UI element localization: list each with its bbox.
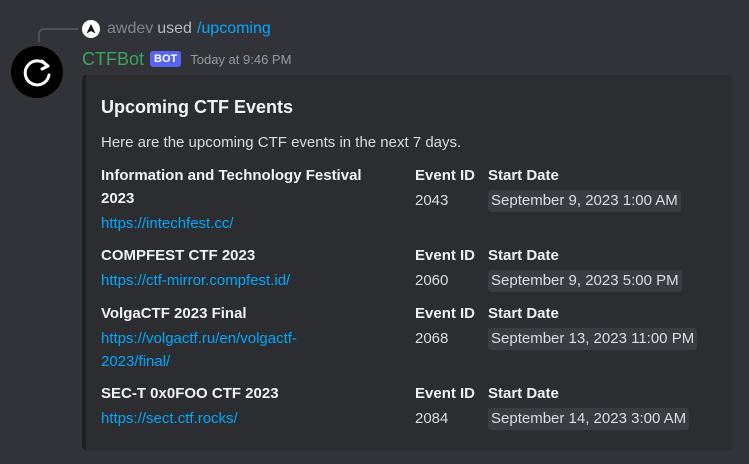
navigation-arrow-icon xyxy=(82,20,100,38)
event-id-value: 2060 xyxy=(415,272,449,289)
start-date-value: September 9, 2023 1:00 AM xyxy=(488,190,681,212)
event-link-continued[interactable]: 2023/final/ xyxy=(101,350,170,373)
event-name: SEC-T 0x0FOO CTF 2023 xyxy=(101,385,279,402)
bot-badge: BOT xyxy=(150,51,182,67)
circular-arrow-icon xyxy=(23,59,51,87)
event-id-value: 2084 xyxy=(415,410,449,427)
event-link[interactable]: https://intechfest.cc/ xyxy=(101,212,234,235)
slash-command[interactable]: /upcoming xyxy=(197,20,271,38)
event-id-label: Event ID xyxy=(415,305,476,322)
bot-avatar[interactable] xyxy=(11,46,63,98)
event-name: COMPFEST CTF 2023 xyxy=(101,247,256,264)
event-link[interactable]: https://sect.ctf.rocks/ xyxy=(101,407,238,430)
start-date-label: Start Date xyxy=(488,167,559,184)
reply-used-text: used xyxy=(157,20,192,37)
event-id-value: 2068 xyxy=(415,330,449,347)
start-date-value: September 14, 2023 3:00 AM xyxy=(488,408,690,430)
event-name: VolgaCTF 2023 Final xyxy=(101,305,247,322)
event-id-label: Event ID xyxy=(415,385,476,402)
event-name: Information and Technology Festival xyxy=(101,167,362,184)
author-name[interactable]: CTFBot xyxy=(82,49,144,70)
chat-message: awdev used /upcoming CTFBot BOT Today at… xyxy=(0,0,749,464)
reply-connector xyxy=(38,28,78,42)
start-date-label: Start Date xyxy=(488,247,559,264)
start-date-label: Start Date xyxy=(488,385,559,402)
command-reply-context[interactable]: awdev used /upcoming xyxy=(82,19,271,39)
embed-card: Upcoming CTF Events Here are the upcomin… xyxy=(82,75,732,450)
embed-description: Here are the upcoming CTF events in the … xyxy=(101,134,462,151)
start-date-value: September 13, 2023 11:00 PM xyxy=(488,328,698,350)
start-date-label: Start Date xyxy=(488,305,559,322)
message-timestamp[interactable]: Today at 9:46 PM xyxy=(190,52,291,67)
event-id-label: Event ID xyxy=(415,167,476,184)
event-id-value: 2043 xyxy=(415,192,449,209)
event-name-continued: 2023 xyxy=(101,190,135,207)
message-header: CTFBot BOT Today at 9:46 PM xyxy=(82,46,291,72)
embed-title: Upcoming CTF Events xyxy=(101,97,294,117)
event-id-label: Event ID xyxy=(415,247,476,264)
event-link[interactable]: https://volgactf.ru/en/volgactf- xyxy=(101,327,297,350)
event-link[interactable]: https://ctf-mirror.compfest.id/ xyxy=(101,269,290,292)
start-date-value: September 9, 2023 5:00 PM xyxy=(488,270,682,292)
reply-username[interactable]: awdev xyxy=(107,20,153,38)
